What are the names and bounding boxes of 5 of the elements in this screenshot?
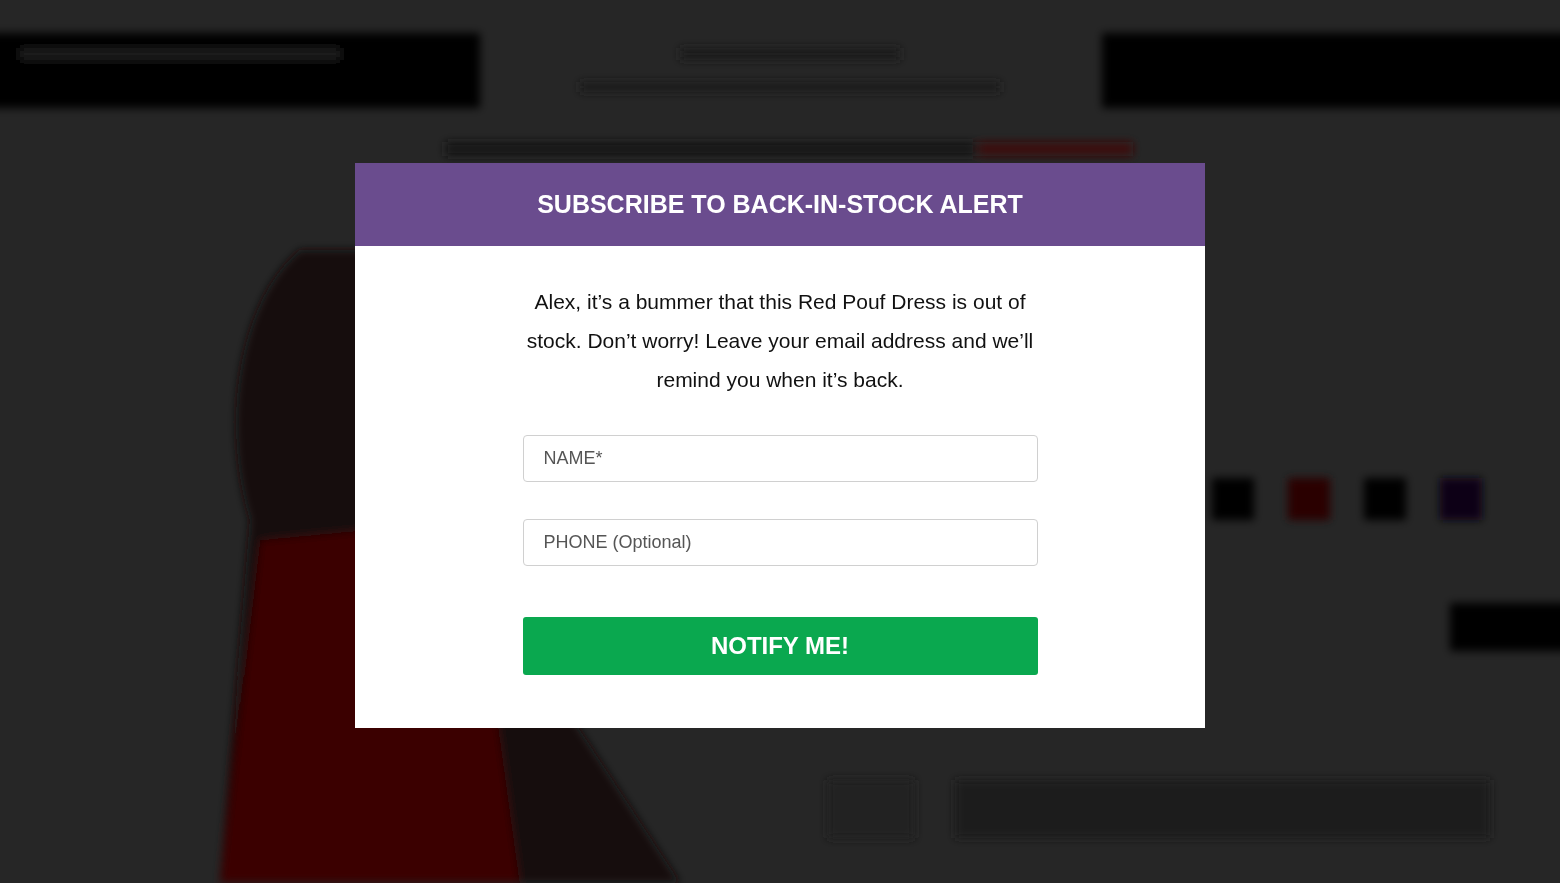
notify-button[interactable]: NOTIFY ME! xyxy=(522,617,1038,675)
input-field[interactable]: PHONE (Optional) xyxy=(522,519,1038,566)
input-field[interactable]: NAME* xyxy=(522,435,1038,482)
dialog-message: Alex, it’s a bummer that this Red Pouf Dress is out of stock. Don’t worry! Leave your email address and we’ll remind you when it’s back. xyxy=(525,289,1035,393)
dialog-title: SUBSCRIBE TO BACK-IN-STOCK ALERT xyxy=(537,190,1023,219)
